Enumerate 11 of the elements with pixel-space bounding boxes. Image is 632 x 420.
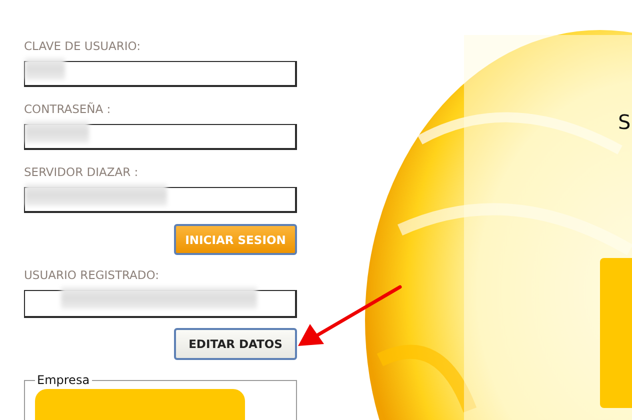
input-field[interactable] bbox=[24, 124, 297, 150]
field-label: SERVIDOR DIAZAR : bbox=[24, 164, 140, 180]
banner-heading: S bbox=[618, 110, 631, 134]
input-field[interactable] bbox=[24, 290, 297, 318]
field-label: USUARIO REGISTRADO: bbox=[24, 267, 160, 283]
edit-data-button[interactable]: EDITAR DATOS bbox=[174, 328, 297, 360]
field-label: CLAVE DE USUARIO: bbox=[24, 38, 142, 54]
input-field[interactable] bbox=[24, 61, 297, 87]
input-field[interactable] bbox=[24, 187, 297, 213]
company-legend: Empresa bbox=[35, 373, 92, 387]
field-label: CONTRASEÑA : bbox=[24, 101, 112, 117]
